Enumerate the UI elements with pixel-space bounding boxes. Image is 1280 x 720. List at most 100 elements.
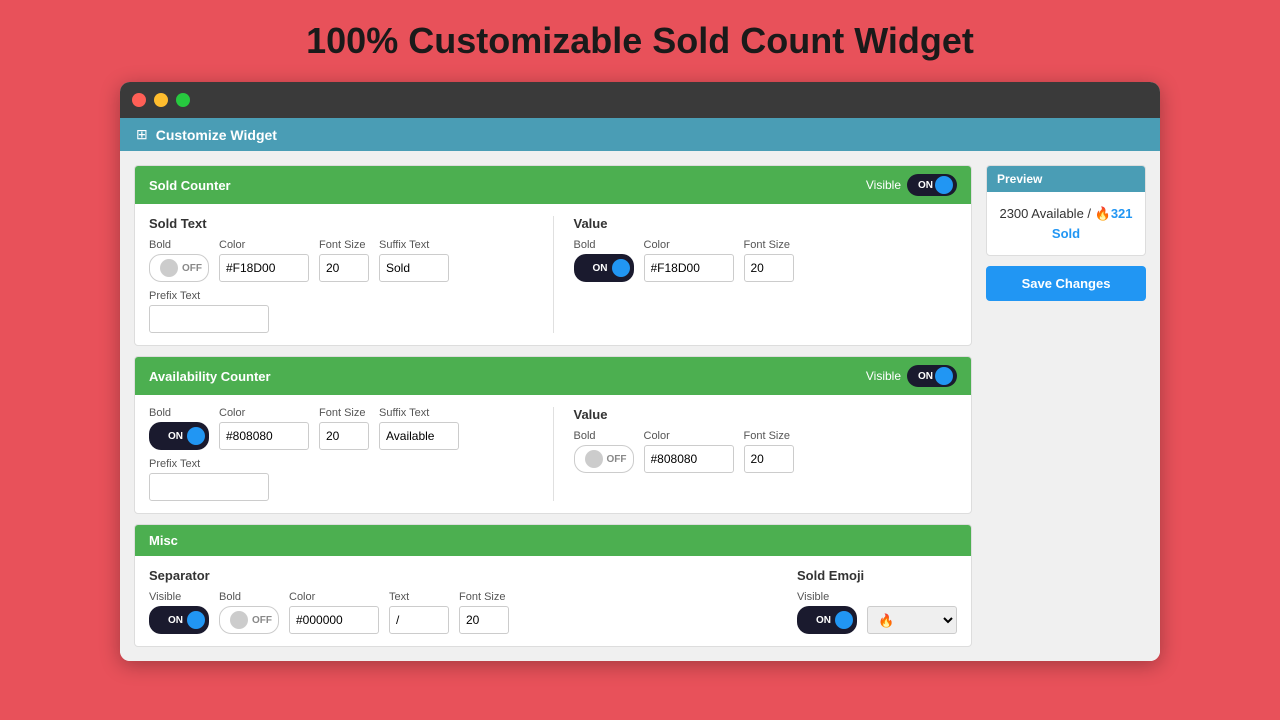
- availability-toggle-text: ON: [918, 371, 933, 382]
- misc-title: Misc: [149, 533, 178, 548]
- sold-emoji-select[interactable]: 🔥 ⭐ 💥 🎉: [867, 606, 957, 634]
- availability-fontsize-col: Font Size: [319, 407, 369, 450]
- availability-value-fontsize-label: Font Size: [744, 430, 794, 442]
- availability-value-bold-toggle[interactable]: OFF: [574, 445, 634, 473]
- sold-emoji-visible-text: ON: [816, 615, 831, 626]
- sold-value-fontsize-label: Font Size: [744, 239, 794, 251]
- misc-section: Misc Separator Visible ON: [134, 524, 972, 647]
- availability-two-col: Bold ON Color: [149, 407, 957, 501]
- sold-emoji-visible-col: Visible ON: [797, 591, 857, 634]
- availability-fontsize-input[interactable]: [319, 422, 369, 450]
- preview-header: Preview: [987, 166, 1145, 192]
- separator-color-col: Color: [289, 591, 379, 634]
- separator-visible-toggle[interactable]: ON: [149, 606, 209, 634]
- misc-separator: Separator Visible ON: [149, 568, 777, 634]
- separator-bold-toggle[interactable]: OFF: [219, 606, 279, 634]
- sold-col-divider: [553, 216, 554, 333]
- sold-text-col: Sold Text Bold OFF: [149, 216, 533, 333]
- separator-text-col: Text: [389, 591, 449, 634]
- separator-text-label: Text: [389, 591, 449, 603]
- sold-value-bold-toggle[interactable]: ON: [574, 254, 634, 282]
- preview-available-text: 2300 Available /: [999, 206, 1094, 221]
- sold-value-col: Value Bold ON Color: [574, 216, 958, 333]
- availability-bold-toggle[interactable]: ON: [149, 422, 209, 450]
- availability-value-fontsize-input[interactable]: [744, 445, 794, 473]
- sold-value-fontsize-col: Font Size: [744, 239, 794, 282]
- sold-emoji-visible-label: Visible: [797, 591, 857, 603]
- sold-text-suffix-label: Suffix Text: [379, 239, 449, 251]
- sold-emoji-title: Sold Emoji: [797, 568, 957, 583]
- sold-emoji-area: Sold Emoji Visible ON: [797, 568, 957, 634]
- sold-counter-toggle-knob: [935, 176, 953, 194]
- misc-fields-row: Visible ON Bold: [149, 591, 777, 634]
- sold-value-color-col: Color: [644, 239, 734, 282]
- sold-text-suffix-input[interactable]: [379, 254, 449, 282]
- traffic-light-green[interactable]: [176, 93, 190, 107]
- sold-counter-visible-control: Visible ON: [866, 174, 957, 196]
- availability-visible-control: Visible ON: [866, 365, 957, 387]
- sold-text-title: Sold Text: [149, 216, 533, 231]
- sold-value-fields-row: Bold ON Color: [574, 239, 958, 282]
- availability-visible-toggle[interactable]: ON: [907, 365, 957, 387]
- availability-value-fontsize-col: Font Size: [744, 430, 794, 473]
- separator-bold-knob: [230, 611, 248, 629]
- availability-col-divider: [553, 407, 554, 501]
- sold-text-color-input[interactable]: [219, 254, 309, 282]
- sold-value-color-input[interactable]: [644, 254, 734, 282]
- availability-color-input[interactable]: [219, 422, 309, 450]
- sold-emoji-visible-knob: [835, 611, 853, 629]
- main-panel: Sold Counter Visible ON Sold Text: [134, 165, 972, 647]
- availability-bold-text: ON: [168, 431, 183, 442]
- sold-counter-body: Sold Text Bold OFF: [135, 204, 971, 345]
- sold-counter-two-col: Sold Text Bold OFF: [149, 216, 957, 333]
- sold-text-bold-knob: [160, 259, 178, 277]
- availability-suffix-input[interactable]: [379, 422, 459, 450]
- separator-fontsize-input[interactable]: [459, 606, 509, 634]
- save-changes-button[interactable]: Save Changes: [986, 266, 1146, 301]
- separator-visible-knob: [187, 611, 205, 629]
- sold-text-suffix-col: Suffix Text: [379, 239, 449, 282]
- separator-title: Separator: [149, 568, 777, 583]
- availability-bold-col: Bold ON: [149, 407, 209, 450]
- availability-prefix-label: Prefix Text: [149, 458, 533, 470]
- preview-body: 2300 Available / 🔥321 Sold: [987, 192, 1145, 255]
- availability-value-color-col: Color: [644, 430, 734, 473]
- separator-text-input[interactable]: [389, 606, 449, 634]
- availability-bold-knob: [187, 427, 205, 445]
- sold-counter-title: Sold Counter: [149, 178, 231, 193]
- sold-text-fontsize-input[interactable]: [319, 254, 369, 282]
- sold-value-color-label: Color: [644, 239, 734, 251]
- sold-counter-visible-toggle[interactable]: ON: [907, 174, 957, 196]
- availability-color-col: Color: [219, 407, 309, 450]
- sold-counter-section: Sold Counter Visible ON Sold Text: [134, 165, 972, 346]
- separator-bold-col: Bold OFF: [219, 591, 279, 634]
- browser-titlebar: [120, 82, 1160, 118]
- availability-fields-row: Bold ON Color: [149, 407, 533, 450]
- availability-value-color-label: Color: [644, 430, 734, 442]
- app-header: ⊞ Customize Widget: [120, 118, 1160, 151]
- sold-emoji-select-col: 🔥 ⭐ 💥 🎉: [867, 591, 957, 634]
- sold-text-prefix-input[interactable]: [149, 305, 269, 333]
- availability-value-fields-row: Bold OFF Color: [574, 430, 958, 473]
- separator-visible-label: Visible: [149, 591, 209, 603]
- availability-left-col: Bold ON Color: [149, 407, 533, 501]
- traffic-light-yellow[interactable]: [154, 93, 168, 107]
- sold-text-fontsize-col: Font Size: [319, 239, 369, 282]
- separator-bold-text: OFF: [252, 615, 272, 626]
- availability-fontsize-label: Font Size: [319, 407, 369, 419]
- separator-visible-text: ON: [168, 615, 183, 626]
- availability-prefix-input[interactable]: [149, 473, 269, 501]
- separator-color-input[interactable]: [289, 606, 379, 634]
- sold-emoji-select-label: [867, 591, 957, 603]
- availability-color-label: Color: [219, 407, 309, 419]
- availability-value-color-input[interactable]: [644, 445, 734, 473]
- sold-value-fontsize-input[interactable]: [744, 254, 794, 282]
- sold-emoji-visible-toggle[interactable]: ON: [797, 606, 857, 634]
- traffic-light-red[interactable]: [132, 93, 146, 107]
- availability-value-bold-col: Bold OFF: [574, 430, 634, 473]
- sold-text-bold-toggle[interactable]: OFF: [149, 254, 209, 282]
- sold-text-bold-col: Bold OFF: [149, 239, 209, 282]
- app-header-title: Customize Widget: [156, 127, 277, 143]
- sold-value-bold-col: Bold ON: [574, 239, 634, 282]
- browser-window: ⊞ Customize Widget Sold Counter Visible …: [120, 82, 1160, 661]
